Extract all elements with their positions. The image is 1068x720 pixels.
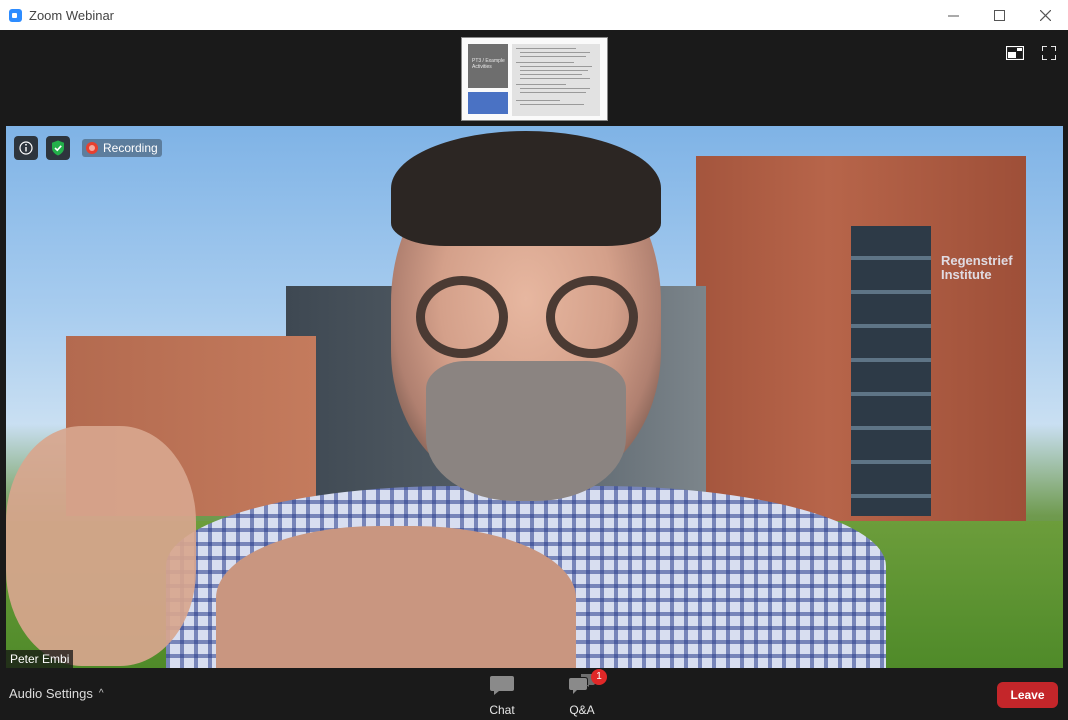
- slide-image-box: [468, 92, 508, 114]
- close-icon: [1039, 9, 1051, 21]
- window-controls: [930, 0, 1068, 30]
- speaker-hair: [391, 131, 661, 246]
- meeting-info-button[interactable]: [14, 136, 38, 160]
- participant-name-tag: Peter Embi: [6, 650, 74, 668]
- chat-button[interactable]: Chat: [472, 674, 532, 717]
- speaker-hand-right: [216, 526, 576, 668]
- speaker-glasses-left: [416, 276, 508, 358]
- info-icon: [19, 141, 33, 155]
- view-layout-button[interactable]: [1006, 44, 1024, 62]
- slide-heading: PT3 / Example Activities: [472, 58, 505, 70]
- window-title: Zoom Webinar: [29, 7, 115, 23]
- maximize-icon: [993, 9, 1005, 21]
- audio-settings-button[interactable]: Audio Settings ^: [9, 686, 104, 701]
- qa-icon-wrap: 1: [569, 669, 607, 698]
- maximize-button[interactable]: [976, 0, 1022, 30]
- recording-icon: [86, 142, 98, 154]
- fullscreen-icon: [1042, 46, 1056, 60]
- meeting-info-overlay: Recording: [14, 136, 162, 160]
- shield-check-icon: [52, 140, 64, 156]
- speaker-beard: [426, 361, 626, 501]
- shared-screen-thumbnail[interactable]: PT3 / Example Activities: [461, 37, 608, 121]
- shared-screen-bar: PT3 / Example Activities: [0, 30, 1068, 126]
- building-sign: Regenstrief Institute: [941, 253, 1013, 282]
- zoom-webinar-window: Zoom Webinar PT3 / Example Activities Re…: [0, 0, 1068, 720]
- slide-bullets: [512, 44, 600, 116]
- recording-indicator[interactable]: Recording: [82, 139, 162, 157]
- qa-button[interactable]: 1 Q&A: [552, 669, 612, 717]
- chat-label: Chat: [489, 703, 515, 717]
- layout-icon: [1006, 46, 1024, 60]
- fullscreen-button[interactable]: [1040, 44, 1058, 62]
- chat-icon-wrap: [489, 674, 515, 698]
- encryption-button[interactable]: [46, 136, 70, 160]
- chevron-up-icon: ^: [98, 688, 104, 699]
- view-controls: [1006, 44, 1058, 62]
- chat-icon: [490, 676, 514, 695]
- title-bar: Zoom Webinar: [0, 0, 1068, 30]
- video-bg-windows: [851, 226, 931, 516]
- speaker-video: Regenstrief Institute: [6, 126, 1063, 668]
- audio-settings-label: Audio Settings: [9, 686, 93, 701]
- leave-button[interactable]: Leave: [997, 682, 1058, 708]
- slide-title-box: PT3 / Example Activities: [468, 44, 508, 88]
- minimize-button[interactable]: [930, 0, 976, 30]
- close-button[interactable]: [1022, 0, 1068, 30]
- meeting-toolbar: Audio Settings ^ Chat 1 Q&A Leave: [0, 668, 1068, 720]
- qa-unread-badge: 1: [591, 669, 607, 685]
- speaker-glasses-right: [546, 276, 638, 358]
- qa-label: Q&A: [569, 703, 595, 717]
- speaker-hand-left: [6, 426, 196, 666]
- recording-label: Recording: [103, 141, 158, 155]
- zoom-app-icon: [9, 8, 22, 22]
- minimize-icon: [947, 15, 959, 16]
